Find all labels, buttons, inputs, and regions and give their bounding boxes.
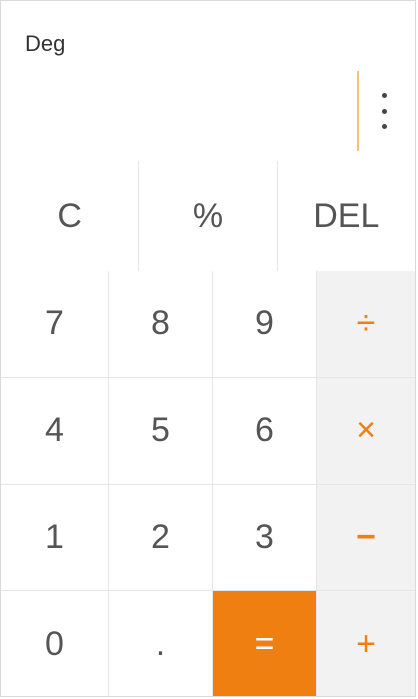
digit-2-button[interactable]: 2 [109,484,213,592]
calculator-app: Deg C % DEL 7 8 9 ÷ 4 5 6 × 1 2 3 − 0 . … [0,0,416,697]
divide-button[interactable]: ÷ [317,271,415,378]
menu-dot [381,124,387,129]
digit-1-button[interactable]: 1 [1,484,109,592]
add-button[interactable]: + [317,591,415,696]
angle-mode-label[interactable]: Deg [25,31,65,57]
menu-dot [381,108,387,114]
digit-7-button[interactable]: 7 [1,271,109,378]
menu-dot [381,93,387,98]
multiply-button[interactable]: × [317,377,415,485]
display-area: Deg [1,1,415,162]
equals-button[interactable]: = [213,591,317,696]
function-row: C % DEL [1,161,415,272]
digit-6-button[interactable]: 6 [213,377,317,485]
percent-button[interactable]: % [139,161,278,271]
digit-4-button[interactable]: 4 [1,377,109,485]
text-cursor [357,71,359,151]
subtract-button[interactable]: − [317,484,415,592]
delete-button[interactable]: DEL [278,161,415,271]
keypad: 7 8 9 ÷ 4 5 6 × 1 2 3 − 0 . = + [1,271,415,696]
digit-5-button[interactable]: 5 [109,377,213,485]
more-vert-icon[interactable] [377,93,391,129]
decimal-button[interactable]: . [109,591,213,696]
clear-button[interactable]: C [1,161,140,271]
digit-9-button[interactable]: 9 [213,271,317,378]
digit-0-button[interactable]: 0 [1,591,109,696]
digit-3-button[interactable]: 3 [213,484,317,592]
digit-8-button[interactable]: 8 [109,271,213,378]
